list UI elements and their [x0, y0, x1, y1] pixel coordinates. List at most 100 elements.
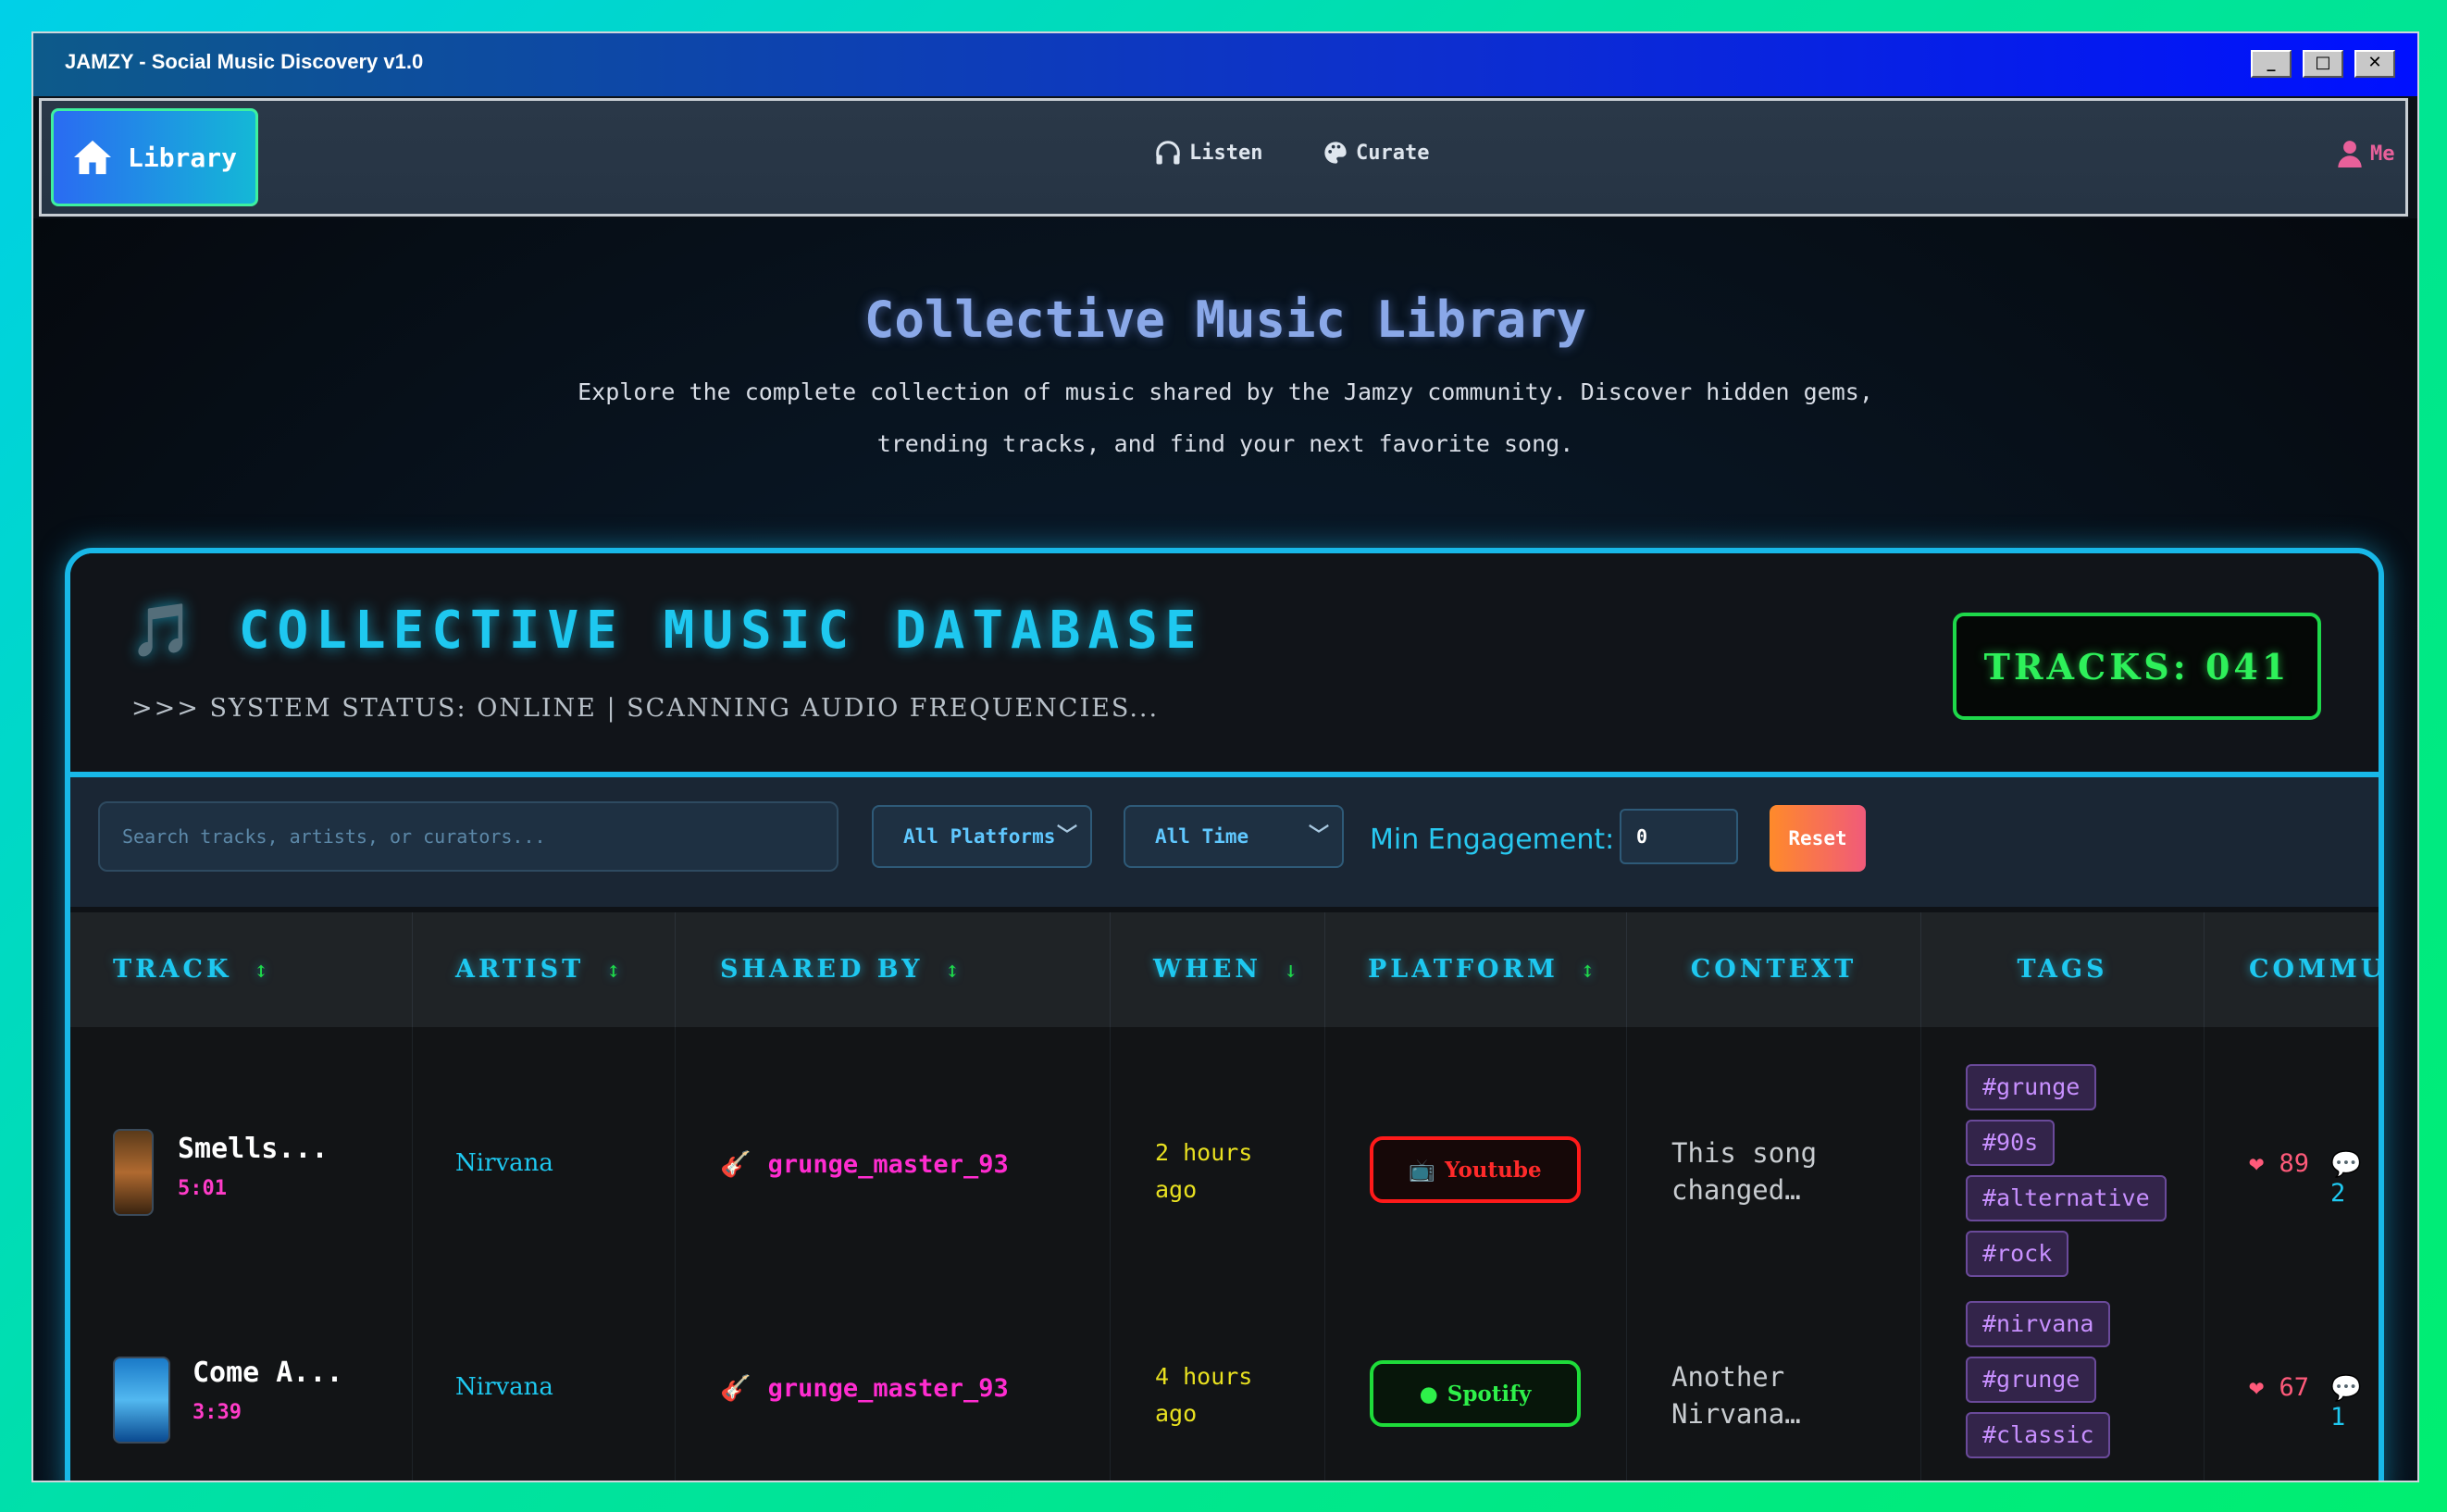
chevron-down-icon: ﹀	[1056, 824, 1077, 848]
spotify-dot-icon: ●	[1419, 1381, 1438, 1407]
column-header-when[interactable]: WHEN ↓	[1111, 912, 1325, 1027]
tag-chip[interactable]: #alternative	[1966, 1175, 2167, 1221]
engagement-label: Min Engagement:	[1370, 824, 1615, 856]
search-input[interactable]: Search tracks, artists, or curators...	[98, 801, 838, 872]
engagement-input[interactable]: 0	[1620, 809, 1738, 864]
shared-time-line2: ago	[1155, 1176, 1198, 1203]
curator-cell: 🎸 grunge_master_93	[676, 1286, 1111, 1481]
database-title-text: COLLECTIVE MUSIC DATABASE	[238, 600, 1204, 661]
platform-select-value: All Platforms	[903, 825, 1056, 848]
maximize-button[interactable]: □	[2303, 50, 2343, 78]
tracks-counter: TRACKS: 041	[1953, 613, 2321, 720]
track-title[interactable]: Smells...	[178, 1133, 329, 1165]
music-note-icon: 🎵	[130, 601, 202, 661]
page-title: Collective Music Library	[863, 291, 1587, 349]
tag-chip[interactable]: #90s	[1966, 1120, 2056, 1166]
chevron-down-icon: ﹀	[1308, 824, 1329, 848]
context-cell: This song changed…	[1627, 1027, 1921, 1286]
nav-me-label: Me	[2370, 142, 2395, 166]
tag-chip[interactable]: #nirvana	[1966, 1301, 2111, 1347]
shared-time: 4 hours ago	[1155, 1358, 1252, 1432]
reset-button[interactable]: Reset	[1770, 805, 1866, 872]
tags-cell: #nirvana #grunge #classic	[1921, 1286, 2205, 1481]
column-header-platform[interactable]: PLATFORM ↕	[1325, 912, 1627, 1027]
time-select[interactable]: All Time ﹀	[1124, 805, 1344, 868]
nav-curate-link[interactable]: Curate	[1323, 140, 1429, 166]
shared-time: 2 hours ago	[1155, 1134, 1252, 1208]
database-panel: 🎵 COLLECTIVE MUSIC DATABASE >>> SYSTEM S…	[65, 548, 2384, 1481]
column-header-platform-label: PLATFORM	[1368, 955, 1559, 984]
tag-chip[interactable]: #rock	[1966, 1231, 2069, 1277]
when-cell: 2 hours ago	[1111, 1027, 1325, 1286]
column-header-when-label: WHEN	[1153, 955, 1262, 984]
headphones-icon	[1156, 141, 1180, 165]
context-text: Another Nirvana…	[1671, 1358, 1801, 1432]
database-title: 🎵 COLLECTIVE MUSIC DATABASE	[130, 600, 1204, 662]
guitar-icon: 🎸	[720, 1150, 751, 1179]
platform-label: Spotify	[1447, 1381, 1532, 1407]
home-icon	[73, 140, 111, 175]
curator-name: grunge_master_93	[767, 1373, 1009, 1403]
likes-count[interactable]: ❤ 67	[2249, 1373, 2309, 1402]
shared-time-line1: 2 hours	[1155, 1139, 1253, 1166]
column-header-shared-by[interactable]: SHARED BY ↕	[676, 912, 1111, 1027]
track-title[interactable]: Come A...	[193, 1357, 343, 1389]
column-header-tags: TAGS	[1921, 912, 2205, 1027]
tag-chip[interactable]: #classic	[1966, 1412, 2111, 1458]
tv-icon: 📺	[1409, 1157, 1436, 1183]
likes-count[interactable]: ❤ 89	[2249, 1149, 2309, 1178]
sort-desc-icon: ↓	[1284, 962, 1302, 982]
table-row[interactable]: Smells... 5:01 Nirvana 🎸 grunge_master_9…	[70, 1027, 2379, 1286]
sort-icon: ↕	[945, 962, 963, 982]
column-header-community[interactable]: COMMUNI	[2205, 912, 2379, 1027]
sort-icon: ↕	[606, 962, 625, 982]
when-cell: 4 hours ago	[1111, 1286, 1325, 1481]
column-header-shared-by-label: SHARED BY	[720, 955, 924, 984]
table-row[interactable]: Come A... 3:39 Nirvana 🎸 grunge_master_9…	[70, 1286, 2379, 1481]
column-header-track-label: TRACK	[113, 955, 232, 984]
main-content: Collective Music Library Explore the com…	[33, 218, 2417, 1481]
page-description-line1: Explore the complete collection of music…	[578, 378, 1873, 405]
nav-listen-link[interactable]: Listen	[1154, 140, 1262, 166]
context-line2: changed…	[1671, 1174, 1801, 1206]
table-header: TRACK ↕ ARTIST ↕ SHARED BY ↕ WHEN ↓ PLATFORM…	[70, 912, 2379, 1027]
artist-name[interactable]: Nirvana	[455, 1373, 553, 1401]
track-cell: Smells... 5:01	[70, 1027, 413, 1286]
artist-cell: Nirvana	[413, 1027, 676, 1286]
column-header-track[interactable]: TRACK ↕	[70, 912, 413, 1027]
context-cell: Another Nirvana…	[1627, 1286, 1921, 1481]
system-status: >>> SYSTEM STATUS: ONLINE | SCANNING AUD…	[131, 694, 1160, 723]
close-button[interactable]: ✕	[2354, 50, 2395, 78]
platform-label: Youtube	[1445, 1157, 1542, 1183]
sort-icon: ↕	[1580, 962, 1598, 982]
tag-chip[interactable]: #grunge	[1966, 1064, 2097, 1110]
comments-count[interactable]: 💬 2	[2330, 1149, 2379, 1208]
comments-count[interactable]: 💬 1	[2330, 1373, 2379, 1431]
platform-cell: ● Spotify	[1325, 1286, 1627, 1481]
window-title: JAMZY - Social Music Discovery v1.0	[65, 50, 424, 73]
artist-name[interactable]: Nirvana	[455, 1149, 553, 1177]
nav-listen-label: Listen	[1189, 141, 1263, 165]
context-line2: Nirvana…	[1671, 1398, 1801, 1430]
curator-cell: 🎸 grunge_master_93	[676, 1027, 1111, 1286]
community-cell: ❤ 67 💬 1	[2205, 1286, 2379, 1481]
column-header-context: CONTEXT	[1627, 912, 1921, 1027]
platform-select[interactable]: All Platforms ﹀	[872, 805, 1092, 868]
curator-link[interactable]: 🎸 grunge_master_93	[720, 1149, 1009, 1180]
platform-badge-spotify[interactable]: ● Spotify	[1370, 1360, 1581, 1427]
shared-time-line2: ago	[1155, 1400, 1198, 1427]
context-line1: This song	[1671, 1137, 1818, 1169]
platform-cell: 📺 Youtube	[1325, 1027, 1627, 1286]
platform-badge-youtube[interactable]: 📺 Youtube	[1370, 1136, 1581, 1203]
tags-cell: #grunge #90s #alternative #rock	[1921, 1027, 2205, 1286]
minimize-button[interactable]: _	[2251, 50, 2292, 78]
nav-me-link[interactable]: Me	[2337, 140, 2395, 167]
curator-link[interactable]: 🎸 grunge_master_93	[720, 1373, 1009, 1404]
curator-name: grunge_master_93	[767, 1149, 1009, 1179]
track-cell: Come A... 3:39	[70, 1286, 413, 1481]
nav-bar: Library Listen Curate Me	[39, 98, 2408, 217]
tag-chip[interactable]: #grunge	[1966, 1357, 2097, 1403]
column-header-artist[interactable]: ARTIST ↕	[413, 912, 676, 1027]
nav-library-button[interactable]: Library	[51, 108, 258, 206]
context-line1: Another	[1671, 1361, 1785, 1393]
